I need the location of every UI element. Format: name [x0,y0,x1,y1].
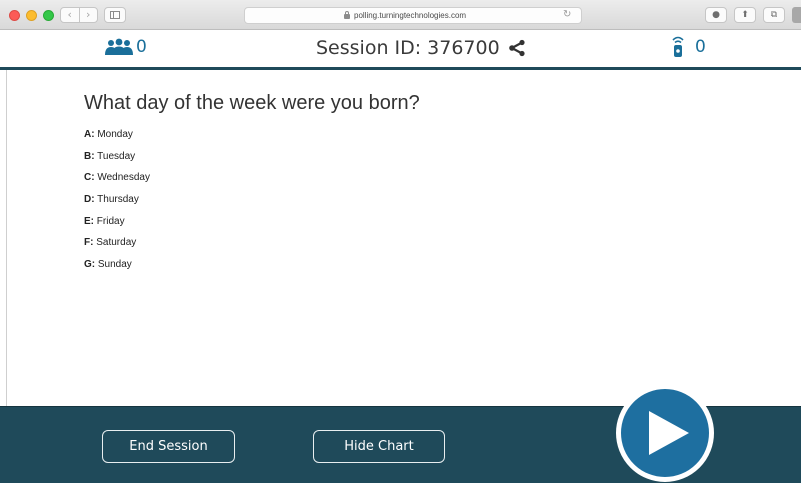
answer-key: A: [84,129,95,140]
url-text: polling.turningtechnologies.com [354,11,467,20]
answer-list: A: Monday B: Tuesday C: Wednesday D: Thu… [84,128,150,280]
tabs-overview-button[interactable]: ⧉ [763,7,785,23]
zoom-window-button[interactable] [43,10,54,21]
content-left-border [6,70,7,406]
reload-button[interactable]: ↻ [563,9,571,20]
answer-key: D: [84,194,95,206]
answer-label: Thursday [97,194,139,206]
session-id-label: Session ID: [316,37,422,59]
browser-toolbar: ‹ › polling.turningtechnologies.com ↻ ● … [0,0,801,30]
hide-chart-button[interactable]: Hide Chart [313,430,445,463]
share-icon[interactable] [508,39,526,57]
participants-counter[interactable]: 0 [103,36,147,58]
back-button[interactable]: ‹ [61,8,80,22]
clicker-remote-icon [672,36,684,57]
play-button[interactable] [616,384,714,482]
participants-count: 0 [136,37,147,57]
answer-option: G: Sunday [84,258,150,280]
forward-button[interactable]: › [80,8,98,22]
lock-icon [344,11,350,19]
address-bar[interactable]: polling.turningtechnologies.com ↻ [244,7,582,24]
answer-option: A: Monday [84,128,150,150]
session-id-value: 376700 [427,37,500,59]
clickers-counter[interactable]: 0 [671,35,706,59]
session-header: 0 Session ID: 376700 0 [0,30,801,70]
nav-buttons: ‹ › [60,7,98,23]
answer-option: D: Thursday [84,193,150,215]
question-text: What day of the week were you born? [84,92,420,114]
end-session-button[interactable]: End Session [102,430,235,463]
answer-key: F: [84,237,94,249]
share-page-button[interactable]: ⬆ [734,7,756,23]
answer-key: C: [84,172,95,184]
answer-label: Saturday [96,237,137,249]
answer-label: Monday [97,129,133,140]
downloads-button[interactable]: ● [705,7,727,23]
answer-key: E: [84,215,94,227]
clickers-count: 0 [695,37,706,57]
answer-label: Sunday [97,259,132,271]
close-window-button[interactable] [9,10,20,21]
play-icon [649,411,689,455]
answer-key: B: [84,150,95,162]
answer-option: F: Saturday [84,236,150,258]
users-icon [105,38,133,55]
answer-option: C: Wednesday [84,171,150,193]
sidebar-toggle-button[interactable] [104,7,126,23]
answer-option: B: Tuesday [84,150,150,172]
session-id-display: Session ID: 376700 [316,36,526,60]
answer-label: Tuesday [97,150,136,162]
sidebar-icon [110,11,120,19]
answer-label: Friday [96,215,125,227]
answer-option: E: Friday [84,215,150,237]
toolbar-edge [792,7,801,23]
answer-key: G: [84,259,96,271]
answer-label: Wednesday [97,172,150,184]
minimize-window-button[interactable] [26,10,37,21]
